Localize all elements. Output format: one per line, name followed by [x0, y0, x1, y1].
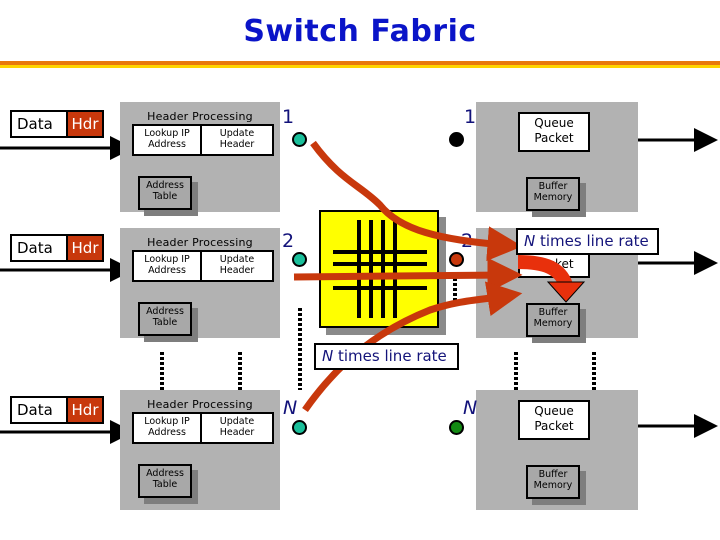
output-rate-callout: N times line rate	[516, 228, 659, 255]
flow-arrow-from-port-2	[293, 257, 523, 293]
into-buffer-arrowhead	[546, 281, 586, 303]
fabric-rate-callout: N times line rate	[314, 343, 459, 370]
flow-arrow-from-port-1	[310, 140, 523, 262]
flow-arrows-layer	[293, 140, 586, 413]
